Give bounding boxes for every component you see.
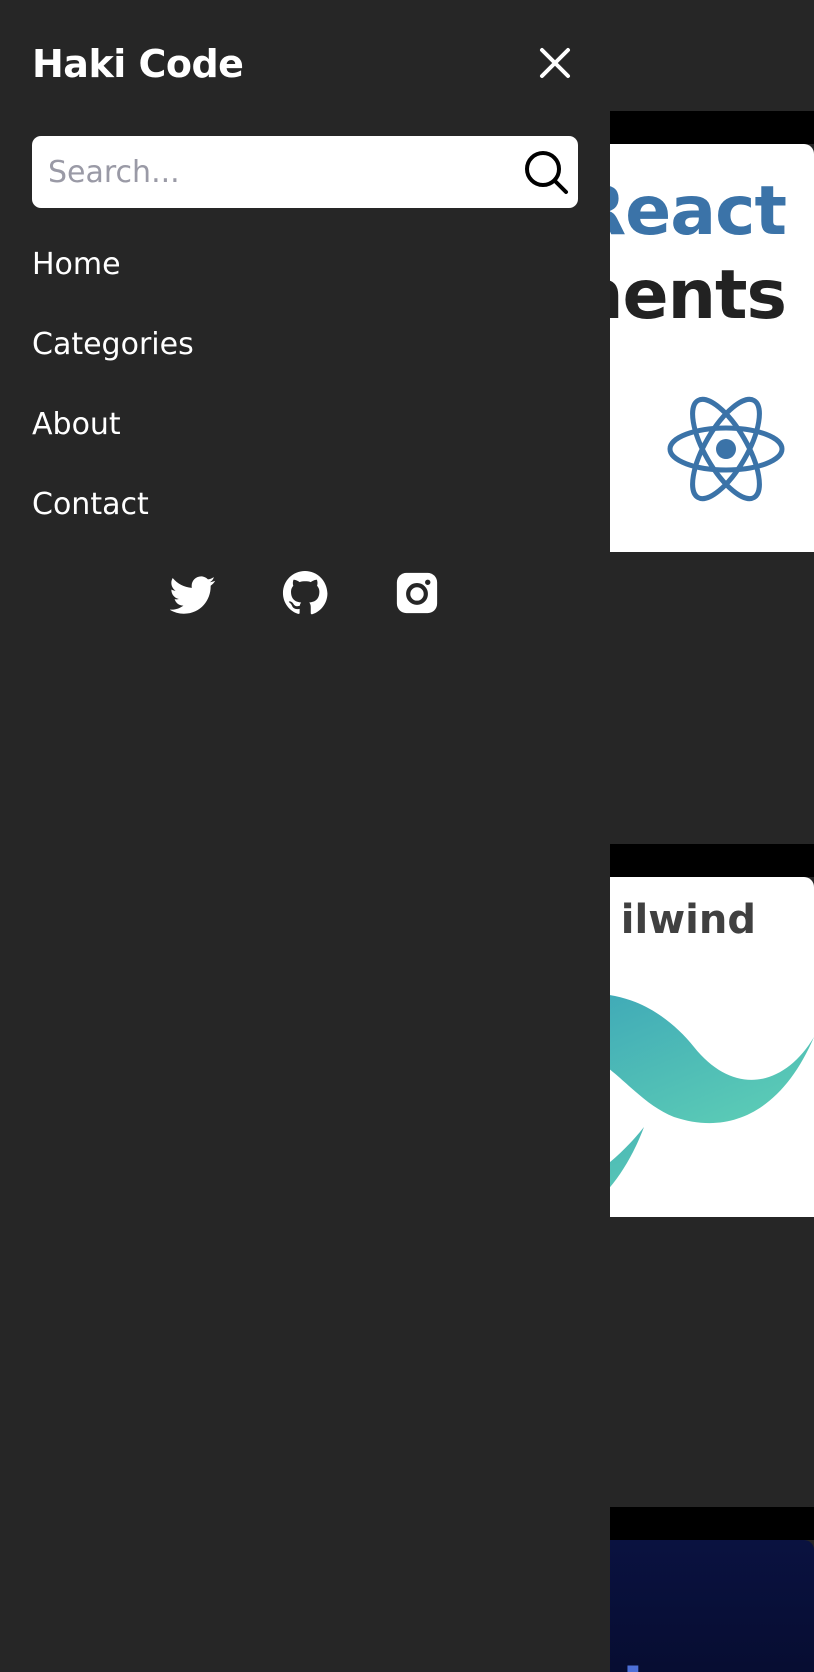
github-link[interactable] (282, 570, 328, 616)
search-form (32, 136, 578, 208)
close-icon (540, 48, 570, 78)
close-menu-button[interactable] (536, 44, 574, 82)
react-logo-icon (667, 396, 785, 502)
github-icon (282, 570, 328, 615)
twitter-icon (170, 576, 216, 614)
navigation-drawer: Haki Code Home Categories About Contact (0, 0, 610, 1672)
drawer-nav: Home Categories About Contact (32, 242, 194, 562)
nav-item-home[interactable]: Home (32, 242, 194, 322)
instagram-link[interactable] (394, 570, 440, 616)
search-icon (525, 151, 568, 194)
twitter-link[interactable] (170, 570, 216, 616)
search-input[interactable] (32, 136, 512, 208)
nav-item-categories[interactable]: Categories (32, 322, 194, 402)
card-image-title: h an (622, 1655, 774, 1672)
nav-item-about[interactable]: About (32, 402, 194, 482)
nav-item-contact[interactable]: Contact (32, 482, 194, 562)
search-button[interactable] (522, 148, 570, 196)
social-links (0, 570, 610, 616)
site-brand[interactable]: Haki Code (32, 42, 244, 86)
instagram-icon (396, 572, 438, 614)
card-image-title: ilwind (620, 897, 756, 943)
